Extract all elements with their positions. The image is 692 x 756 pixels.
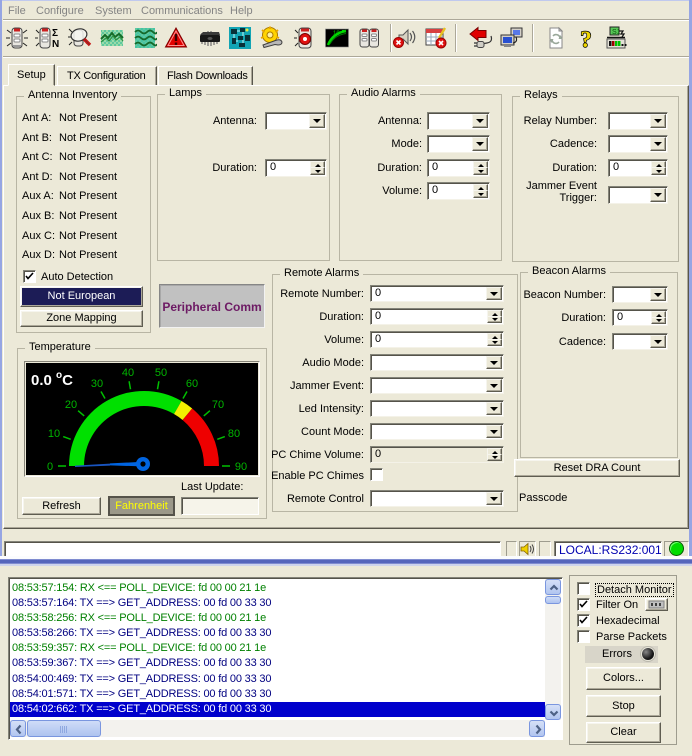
svg-text:50: 50 — [155, 367, 167, 379]
svg-text:60: 60 — [186, 378, 198, 390]
svg-text:80: 80 — [228, 428, 240, 440]
svg-text:20: 20 — [65, 399, 77, 411]
svg-text:30: 30 — [91, 378, 103, 390]
svg-text:0.0 oC: 0.0 oC — [31, 370, 73, 389]
svg-text:10: 10 — [48, 428, 60, 440]
svg-text:0: 0 — [47, 461, 53, 473]
svg-text:90: 90 — [235, 461, 247, 473]
svg-text:40: 40 — [122, 367, 134, 379]
svg-text:70: 70 — [212, 399, 224, 411]
